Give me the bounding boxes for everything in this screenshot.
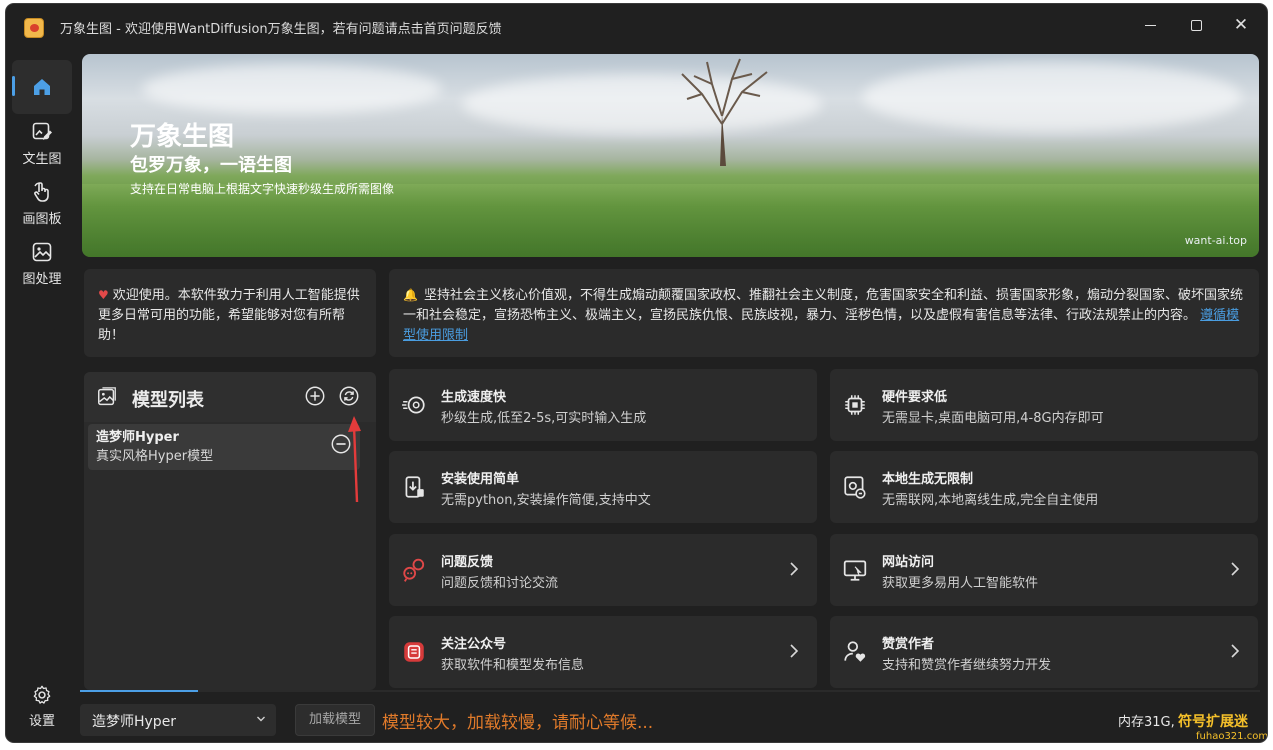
feedback-card[interactable]: 问题反馈 问题反馈和讨论交流 (389, 534, 817, 606)
feature-title: 本地生成无限制 (882, 472, 974, 487)
watermark-text: 符号扩展迷 (1178, 714, 1248, 730)
close-icon: ✕ (1233, 15, 1249, 35)
feature-local-unlimited: 本地生成无限制 无需联网,本地离线生成,完全自主使用 (830, 451, 1258, 523)
sidebar-item-label: 图处理 (22, 272, 62, 287)
loading-progress-fill (80, 690, 198, 692)
feature-title: 生成速度快 (441, 390, 507, 405)
feedback-icon (403, 558, 425, 582)
welcome-text: 欢迎使用。本软件致力于利用人工智能提供更多日常可用的功能，希望能够对您有所帮助！ (98, 288, 360, 343)
chevron-right-icon (790, 644, 799, 658)
sidebar-item-label: 设置 (28, 714, 55, 729)
image-process-icon (32, 242, 52, 262)
app-window: 万象生图 - 欢迎使用WantDiffusion万象生图，若有问题请点击首页问题… (6, 4, 1267, 742)
watermark-url: fuhao321.com (1196, 731, 1267, 742)
feature-title: 关注公众号 (441, 637, 507, 652)
maximize-button[interactable] (1176, 10, 1216, 40)
model-list-panel: 模型列表 造梦师Hyper 真实风格Hyper模型 (84, 372, 376, 690)
banner-cloud (862, 62, 1242, 132)
home-icon (34, 79, 50, 95)
minimize-icon (1144, 24, 1156, 26)
edit-image-icon (32, 122, 52, 140)
banner-title: 万象生图 (130, 122, 235, 152)
feature-easy-install: 安装使用简单 无需python,安装操作简便,支持中文 (389, 451, 817, 523)
sidebar-item-settings[interactable]: 设置 (12, 684, 72, 729)
chevron-right-icon (1231, 562, 1240, 576)
heart-icon: ♥ (98, 288, 109, 302)
sidebar-item-text-to-image[interactable]: 文生图 (12, 120, 72, 167)
minimize-button[interactable] (1130, 10, 1170, 40)
chevron-down-icon (257, 716, 265, 722)
model-name: 造梦师Hyper (96, 430, 179, 445)
sidebar-item-label: 文生图 (22, 152, 62, 167)
banner-subtitle: 包罗万象，一语生图 (130, 155, 292, 176)
banner-tree-image (681, 58, 768, 166)
policy-text: 坚持社会主义核心价值观，不得生成煽动颠覆国家政权、推翻社会主义制度，危害国家安全… (403, 288, 1243, 323)
banner-description: 支持在日常电脑上根据文字快速秒级生成所需图像 (130, 182, 395, 196)
feature-title: 赞赏作者 (882, 637, 935, 652)
feature-title: 硬件要求低 (882, 390, 948, 405)
website-icon (843, 560, 867, 581)
policy-notice: 🔔 坚持社会主义核心价值观，不得生成煽动颠覆国家政权、推翻社会主义制度，危害国家安… (389, 269, 1259, 357)
feature-title: 安装使用简单 (441, 472, 520, 487)
feature-low-hardware: 硬件要求低 无需显卡,桌面电脑可用,4-8G内存即可 (830, 369, 1258, 441)
model-list-item[interactable]: 造梦师Hyper 真实风格Hyper模型 (88, 424, 360, 470)
model-description: 真实风格Hyper模型 (96, 449, 214, 464)
chevron-right-icon (1231, 644, 1240, 658)
gear-icon (33, 685, 51, 704)
feature-description: 问题反馈和讨论交流 (441, 576, 559, 591)
model-select-dropdown[interactable]: 造梦师Hyper (80, 704, 276, 736)
feature-title: 网站访问 (882, 555, 935, 570)
sidebar-item-drawing-board[interactable]: 画图板 (12, 180, 72, 227)
feature-description: 秒级生成,低至2-5s,可实时输入生成 (441, 411, 647, 426)
status-message: 模型较大，加载较慢，请耐心等候... (382, 713, 654, 733)
feature-description: 无需python,安装操作简便,支持中文 (441, 493, 651, 508)
banner-watermark-url: want-ai.top (1184, 234, 1247, 247)
sidebar-item-image-process[interactable]: 图处理 (12, 240, 72, 287)
website-card[interactable]: 网站访问 获取更多易用人工智能软件 (830, 534, 1258, 606)
welcome-notice: ♥ 欢迎使用。本软件致力于利用人工智能提供更多日常可用的功能，希望能够对您有所帮助… (84, 269, 376, 357)
load-model-button[interactable]: 加载模型 (295, 704, 375, 736)
chip-icon (845, 395, 865, 415)
feature-description: 无需显卡,桌面电脑可用,4-8G内存即可 (882, 411, 1104, 426)
wechat-card[interactable]: 关注公众号 获取软件和模型发布信息 (389, 616, 817, 688)
close-button[interactable]: ✕ (1221, 10, 1261, 40)
maximize-icon (1190, 19, 1202, 31)
model-list-header: 模型列表 (84, 372, 376, 422)
feature-description: 支持和赞赏作者继续努力开发 (882, 658, 1052, 673)
sidebar-item-label: 画图板 (22, 212, 62, 227)
local-icon (844, 476, 866, 499)
speed-icon (402, 396, 425, 414)
add-model-button[interactable] (304, 385, 326, 407)
donate-icon (844, 641, 866, 662)
bell-icon: 🔔 (403, 288, 418, 302)
draw-hand-icon (34, 182, 49, 202)
install-icon (405, 476, 424, 498)
image-gallery-icon (98, 387, 116, 406)
app-logo-icon (24, 18, 44, 38)
title-bar: 万象生图 - 欢迎使用WantDiffusion万象生图，若有问题请点击首页问题… (6, 4, 1267, 50)
loading-progress-bar (80, 690, 1260, 692)
selected-model-value: 造梦师Hyper (92, 714, 177, 730)
donate-card[interactable]: 赞赏作者 支持和赞赏作者继续努力开发 (830, 616, 1258, 688)
feature-description: 获取更多易用人工智能软件 (882, 576, 1039, 591)
feature-description: 无需联网,本地离线生成,完全自主使用 (882, 493, 1099, 508)
hero-banner: 万象生图 包罗万象，一语生图 支持在日常电脑上根据文字快速秒级生成所需图像 wa… (82, 54, 1259, 257)
window-title: 万象生图 - 欢迎使用WantDiffusion万象生图，若有问题请点击首页问题… (60, 22, 502, 37)
annotation-arrow-icon (348, 416, 361, 503)
feature-fast-generation: 生成速度快 秒级生成,低至2-5s,可实时输入生成 (389, 369, 817, 441)
sidebar-item-home[interactable] (12, 60, 72, 114)
model-list-title: 模型列表 (132, 390, 204, 411)
refresh-models-button[interactable] (338, 385, 360, 407)
chevron-right-icon (790, 562, 799, 576)
wechat-icon (404, 642, 424, 662)
feature-title: 问题反馈 (441, 555, 494, 570)
memory-status: 内存31G, (1118, 715, 1175, 730)
banner-cloud (142, 64, 442, 114)
feature-description: 获取软件和模型发布信息 (441, 658, 585, 673)
